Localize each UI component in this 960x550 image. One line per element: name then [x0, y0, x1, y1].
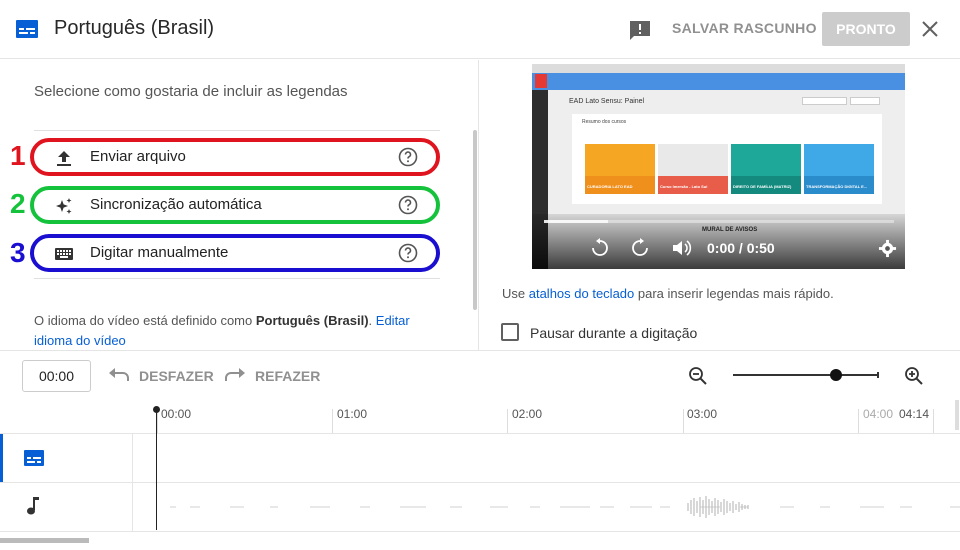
close-icon[interactable]: [920, 19, 940, 39]
video-language: Português (Brasil): [255, 313, 369, 328]
ruler-label: 03:00: [687, 407, 718, 421]
course-card-title: CURADORIA LATO EAD: [587, 184, 633, 189]
site-page-heading: EAD Lato Sensu: Painel: [569, 98, 645, 105]
feedback-icon[interactable]: [629, 20, 651, 42]
course-card-image: [585, 144, 655, 176]
audio-waveform: [170, 496, 960, 518]
course-card-image: [731, 144, 801, 176]
upload-icon: [57, 151, 71, 166]
ruler-tick: [933, 409, 934, 433]
sparkle-icon: [56, 198, 72, 214]
video-player[interactable]: EAD Lato Sensu: Painel Resumo dos cursos…: [532, 64, 905, 269]
course-card-image: [658, 144, 728, 176]
zoom-slider-handle[interactable]: [829, 369, 842, 381]
help-icon[interactable]: [398, 147, 418, 167]
zoom-out-icon[interactable]: [688, 366, 708, 386]
zoom-slider-end: [877, 372, 879, 378]
scrollbar[interactable]: [473, 130, 477, 310]
subtitles-track-icon: [24, 450, 44, 466]
volume-icon[interactable]: [672, 239, 692, 257]
music-note-icon: [27, 497, 39, 515]
forward-10-icon[interactable]: [630, 238, 650, 258]
course-card-image: [804, 144, 874, 176]
site-header: [532, 73, 905, 90]
page-title: Português (Brasil): [54, 17, 215, 39]
keyboard-shortcuts-hint: Use atalhos do teclado para inserir lege…: [502, 286, 834, 301]
divider: [34, 130, 440, 131]
time-display: 0:00 / 0:50: [707, 240, 775, 256]
upload-file-option[interactable]: Enviar arquivo: [30, 138, 440, 176]
ruler-label: 04:00: [863, 407, 894, 421]
zoom-slider[interactable]: [733, 374, 878, 376]
ruler-label: 00:00: [161, 407, 192, 421]
progress-buffered: [544, 220, 608, 223]
course-card-title: TRANSFORMAÇÃO DIGITAL E...: [806, 184, 868, 189]
save-draft-button[interactable]: SALVAR RASCUNHO: [672, 20, 817, 36]
auto-sync-option[interactable]: Sincronização automática: [30, 186, 440, 224]
type-manually-option[interactable]: Digitar manualmente: [30, 234, 440, 272]
option-number: 2: [10, 188, 26, 219]
undo-icon[interactable]: [108, 366, 130, 384]
courses-title: Resumo dos cursos: [582, 119, 627, 125]
pause-while-typing-checkbox[interactable]: [501, 323, 519, 341]
editor-toolbar: 00:00 DESFAZER REFAZER: [0, 350, 960, 400]
zoom-in-icon[interactable]: [904, 366, 924, 386]
timeline[interactable]: 00:00 01:00 02:00 03:00 04:00 04:14: [0, 400, 960, 550]
option-label: Sincronização automática: [90, 196, 262, 213]
option-number: 3: [10, 237, 26, 268]
ruler-tick: [332, 409, 333, 433]
course-card-title: DIREITO DE FAMÍLIA (MATRIZ): [733, 184, 792, 189]
duration-label: 04:14: [899, 407, 930, 421]
settings-gear-icon[interactable]: [878, 239, 897, 258]
ruler-tick: [683, 409, 684, 433]
option-label: Digitar manualmente: [90, 244, 229, 261]
pause-while-typing-label[interactable]: Pausar durante a digitação: [530, 325, 697, 341]
ruler-label: 02:00: [512, 407, 543, 421]
active-track-indicator: [0, 434, 3, 482]
site-footer-caption: MURAL DE AVISOS: [702, 227, 758, 233]
undo-button[interactable]: DESFAZER: [139, 368, 214, 384]
row-divider: [0, 433, 960, 434]
site-button: [802, 97, 847, 105]
rewind-10-icon[interactable]: [590, 238, 610, 258]
track-header-divider: [132, 434, 133, 531]
ruler-tick: [507, 409, 508, 433]
redo-button[interactable]: REFAZER: [255, 368, 320, 384]
row-divider: [0, 482, 960, 483]
course-card-title: Curso Imersão - Lato Sul: [660, 184, 708, 189]
option-label: Enviar arquivo: [90, 148, 186, 165]
redo-icon[interactable]: [224, 366, 246, 384]
vertical-scrollbar[interactable]: [955, 400, 959, 430]
keyboard-shortcuts-link[interactable]: atalhos do teclado: [529, 286, 635, 301]
horizontal-scrollbar[interactable]: [0, 538, 89, 543]
ruler-label: 01:00: [337, 407, 368, 421]
dialog-header: Português (Brasil) SALVAR RASCUNHO PRONT…: [0, 0, 960, 59]
help-icon[interactable]: [398, 243, 418, 263]
help-icon[interactable]: [398, 195, 418, 215]
divider: [34, 278, 440, 279]
site-logo: [535, 74, 547, 88]
ruler-tick: [858, 409, 859, 433]
subtitles-icon: [16, 20, 38, 38]
site-button: [850, 97, 880, 105]
time-input[interactable]: 00:00: [22, 360, 91, 392]
video-language-note: O idioma do vídeo está definido como Por…: [34, 313, 410, 348]
browser-bar: [532, 64, 905, 73]
options-panel: Selecione como gostaria de incluir as le…: [0, 60, 479, 350]
row-divider: [0, 531, 960, 532]
playhead[interactable]: [156, 410, 157, 530]
option-number: 1: [10, 140, 26, 171]
instruction-text: Selecione como gostaria de incluir as le…: [34, 83, 348, 100]
done-button[interactable]: PRONTO: [822, 12, 910, 46]
keyboard-icon: [55, 248, 73, 260]
